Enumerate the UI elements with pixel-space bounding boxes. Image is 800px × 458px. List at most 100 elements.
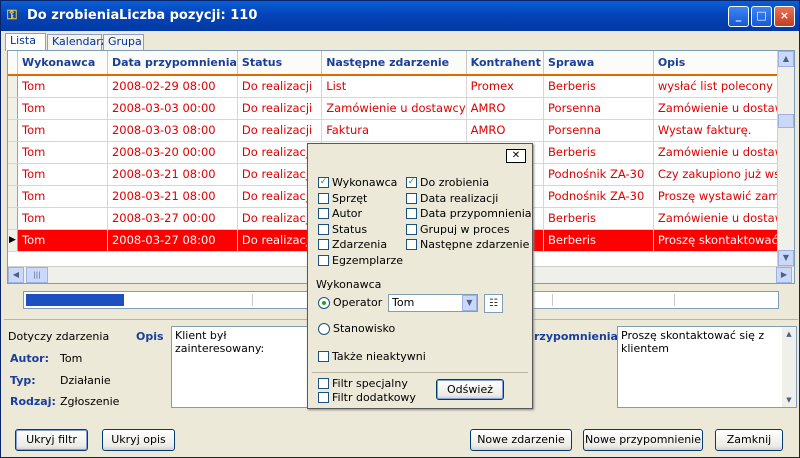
column-header[interactable]: Status: [237, 51, 323, 76]
checkbox-label: Autor: [332, 207, 363, 220]
table-cell[interactable]: Tom: [17, 163, 108, 186]
maximize-button[interactable]: □: [751, 6, 772, 27]
filter-checkbox[interactable]: Grupuj w proces: [406, 223, 516, 237]
column-header[interactable]: Następne zdarzenie: [321, 51, 467, 76]
table-cell[interactable]: Tom: [17, 185, 108, 208]
table-cell[interactable]: Do realizacji: [237, 119, 323, 142]
scroll-thumb[interactable]: [778, 114, 794, 128]
table-row[interactable]: Tom 2008-02-29 08:00 Do realizacji List Prom…: [8, 75, 794, 98]
tab-grupa[interactable]: Grupa: [103, 34, 144, 50]
table-row[interactable]: Tom 2008-03-03 00:00 Do realizacji Zamówien…: [8, 97, 794, 120]
table-cell[interactable]: Tom: [17, 207, 108, 230]
ukryj-opis-button[interactable]: Ukryj opis: [102, 429, 175, 451]
column-header[interactable]: Kontrahent: [466, 51, 545, 76]
scroll-right-icon[interactable]: ▶: [776, 267, 792, 283]
table-cell[interactable]: 2008-02-29 08:00: [107, 75, 238, 98]
table-cell[interactable]: Czy zakupiono już wszy: [653, 163, 794, 186]
scroll-up-icon[interactable]: ▲: [778, 51, 794, 67]
filter-checkbox[interactable]: Egzemplarze: [318, 254, 428, 268]
filtr-dodatkowy-label: Filtr dodatkowy: [332, 391, 416, 404]
table-cell[interactable]: 2008-03-27 08:00: [107, 229, 238, 252]
table-cell[interactable]: Zamówienie u dostaw: [653, 141, 794, 164]
przypomnienie-memo[interactable]: Proszę skontaktować się z klientem ▲ ▼: [617, 326, 797, 408]
table-cell[interactable]: 2008-03-03 08:00: [107, 119, 238, 142]
tab-lista[interactable]: Lista: [5, 33, 46, 51]
nowe-przypomnienie-button[interactable]: Nowe przypomnienie: [583, 429, 703, 451]
ukryj-filtr-button[interactable]: Ukryj filtr: [15, 429, 88, 451]
stanowisko-radio[interactable]: Stanowisko: [318, 322, 408, 336]
table-cell[interactable]: Berberis: [543, 141, 654, 164]
table-cell[interactable]: Faktura: [321, 119, 467, 142]
filtr-specjalny-checkbox[interactable]: Filtr specjalny: [318, 377, 418, 391]
table-cell[interactable]: Tom: [17, 141, 108, 164]
table-cell[interactable]: Porsenna: [543, 97, 654, 120]
memo-scrollbar[interactable]: ▲ ▼: [782, 327, 796, 407]
divider: [312, 372, 528, 373]
table-cell[interactable]: Berberis: [543, 229, 654, 252]
filtr-dodatkowy-checkbox[interactable]: Filtr dodatkowy: [318, 391, 418, 405]
table-cell[interactable]: Zamówienie u dostaw: [653, 207, 794, 230]
table-cell[interactable]: List: [321, 75, 467, 98]
table-cell[interactable]: Berberis: [543, 207, 654, 230]
radio-indicator: [318, 323, 330, 335]
table-cell[interactable]: 2008-03-20 00:00: [107, 141, 238, 164]
filter-checkbox[interactable]: Data przypomnienia: [406, 207, 532, 221]
filter-checkbox[interactable]: ✓ Do zrobienia: [406, 176, 516, 190]
table-cell[interactable]: Tom: [17, 119, 108, 142]
table-cell[interactable]: Proszę wystawić zamó: [653, 185, 794, 208]
takze-nieaktywni-checkbox[interactable]: Także nieaktywni: [318, 350, 428, 364]
close-icon[interactable]: ✕: [506, 149, 526, 163]
table-cell[interactable]: Do realizacji: [237, 97, 323, 120]
tree-picker-icon[interactable]: ☷: [484, 294, 503, 313]
opis-text: Klient był zainteresowany:: [175, 329, 265, 355]
table-cell[interactable]: Podnośnik ZA-30: [543, 185, 654, 208]
checkbox-box: [318, 378, 329, 389]
table-cell[interactable]: Berberis: [543, 75, 654, 98]
operator-select[interactable]: Tom ▼: [388, 294, 478, 312]
odswiez-button[interactable]: Odśwież: [436, 379, 504, 400]
table-cell[interactable]: 2008-03-03 00:00: [107, 97, 238, 120]
table-cell[interactable]: 2008-03-27 00:00: [107, 207, 238, 230]
column-header[interactable]: Opis: [653, 51, 794, 76]
grid-vertical-scrollbar[interactable]: ▲ ▼: [777, 51, 794, 268]
table-cell[interactable]: Wystaw fakturę.: [653, 119, 794, 142]
column-header[interactable]: Data przypomnienia: [107, 51, 238, 76]
scroll-down-icon[interactable]: ▼: [778, 250, 794, 266]
table-cell[interactable]: Porsenna: [543, 119, 654, 142]
table-cell[interactable]: Zamówienie u dostawcy: [321, 97, 467, 120]
close-button[interactable]: ×: [774, 6, 795, 27]
przypomnienia-label: rzypomnienia: [534, 330, 618, 343]
tab-kalendarz[interactable]: Kalendarz: [47, 34, 107, 50]
title-bar[interactable]: ⚿ Do zrobienia Liczba pozycji: 110 _ □ ×: [1, 1, 799, 31]
table-cell[interactable]: Tom: [17, 75, 108, 98]
table-cell[interactable]: Tom: [17, 229, 108, 252]
filter-checkbox[interactable]: Data realizacji: [406, 192, 516, 206]
table-cell[interactable]: Tom: [17, 97, 108, 120]
column-header[interactable]: Sprawa: [543, 51, 654, 76]
scroll-down-icon[interactable]: ▼: [782, 393, 796, 407]
scroll-left-icon[interactable]: ◀: [8, 267, 24, 283]
checkbox-label: Egzemplarze: [332, 253, 404, 267]
minimize-button[interactable]: _: [728, 6, 749, 27]
checkbox-box: ✓: [406, 177, 417, 188]
table-cell[interactable]: AMRO: [466, 97, 545, 120]
nowe-zdarzenie-button[interactable]: Nowe zdarzenie: [470, 429, 572, 451]
zamknij-button[interactable]: Zamknij: [715, 429, 783, 451]
operator-radio[interactable]: Operator: [318, 296, 388, 310]
table-cell[interactable]: 2008-03-21 08:00: [107, 163, 238, 186]
table-row[interactable]: Tom 2008-03-03 08:00 Do realizacji Faktura A…: [8, 119, 794, 142]
opis-memo[interactable]: Klient był zainteresowany:: [171, 326, 313, 408]
table-cell[interactable]: AMRO: [466, 119, 545, 142]
table-cell[interactable]: Do realizacji: [237, 75, 323, 98]
table-cell[interactable]: Proszę skontaktować si: [653, 229, 794, 252]
scroll-thumb-horizontal[interactable]: |||: [26, 267, 48, 283]
filter-checkbox[interactable]: Następne zdarzenie: [406, 238, 529, 252]
column-header[interactable]: Wykonawca: [17, 51, 108, 76]
table-cell[interactable]: wysłać list polecony: [653, 75, 794, 98]
table-cell[interactable]: Promex: [466, 75, 545, 98]
scroll-up-icon[interactable]: ▲: [782, 327, 796, 341]
chevron-down-icon[interactable]: ▼: [462, 295, 477, 311]
table-cell[interactable]: 2008-03-21 08:00: [107, 185, 238, 208]
table-cell[interactable]: Zamówienie u dostaw: [653, 97, 794, 120]
table-cell[interactable]: Podnośnik ZA-30: [543, 163, 654, 186]
